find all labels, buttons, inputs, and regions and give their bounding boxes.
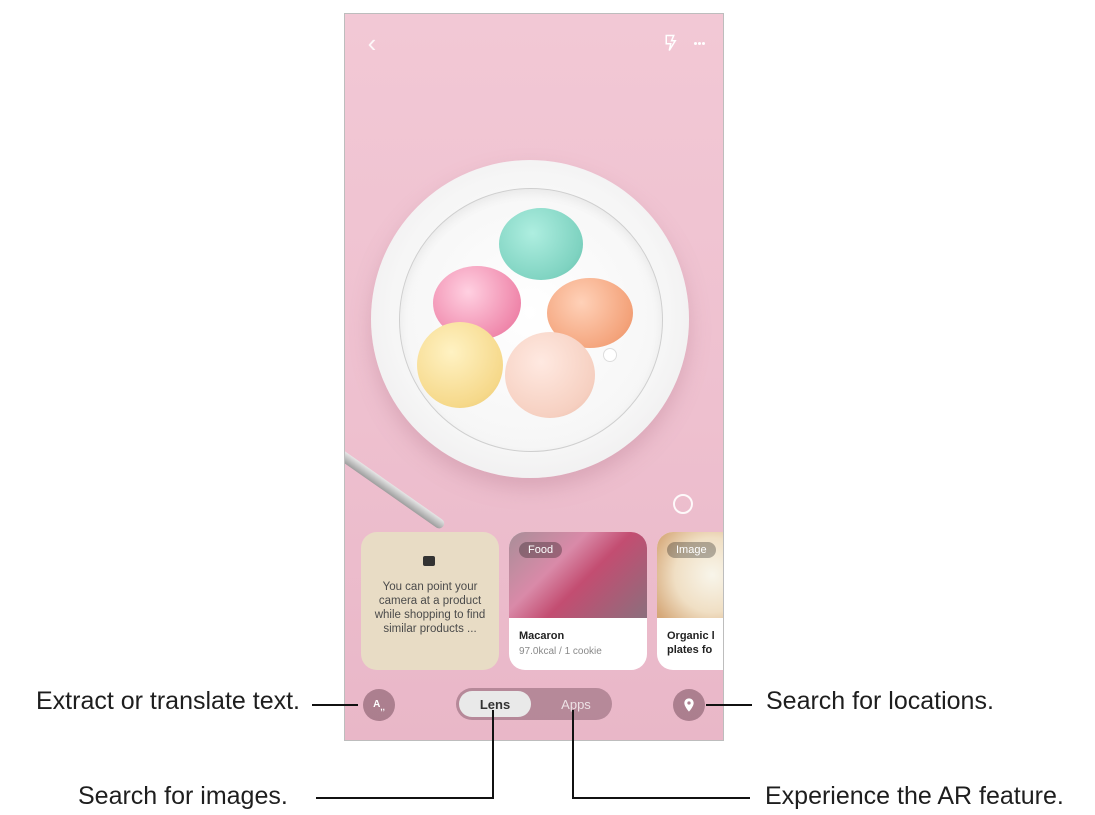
image-title-line2: plates fo xyxy=(667,644,713,656)
more-options-icon[interactable] xyxy=(693,32,705,54)
plate-image xyxy=(371,160,689,478)
food-card[interactable]: Food Macaron 97.0kcal / 1 cookie xyxy=(509,532,647,670)
callout-ar-feature: Experience the AR feature. xyxy=(765,782,1064,810)
callout-extract-text: Extract or translate text. xyxy=(36,687,300,715)
food-tag: Food xyxy=(519,542,563,558)
bottom-controls: A,, Lens Apps xyxy=(345,680,723,740)
phone-screen: ‹ You can point your camera at a product… xyxy=(344,13,724,741)
image-card[interactable]: Image Organic l plates fo xyxy=(657,532,723,670)
lens-tab[interactable]: Lens xyxy=(459,691,531,717)
image-tag: Image xyxy=(667,542,716,558)
callout-line-locations xyxy=(706,704,752,706)
callout-line-images-vertical xyxy=(492,710,494,799)
macaron-cream xyxy=(505,332,595,418)
mode-switch[interactable]: Lens Apps xyxy=(456,688,612,720)
macaron-yellow xyxy=(417,322,503,408)
result-cards: You can point your camera at a product w… xyxy=(361,532,723,670)
top-bar: ‹ xyxy=(345,14,723,74)
translate-text-icon: A,, xyxy=(373,698,385,712)
location-button[interactable] xyxy=(673,689,705,721)
food-title: Macaron xyxy=(519,630,565,642)
callout-search-images: Search for images. xyxy=(78,782,288,810)
callout-search-locations: Search for locations. xyxy=(766,687,994,715)
apps-tab[interactable]: Apps xyxy=(546,691,606,717)
food-subtitle: 97.0kcal / 1 cookie xyxy=(519,646,602,657)
callout-line-ar-horizontal xyxy=(572,797,750,799)
tip-text: You can point your camera at a product w… xyxy=(374,581,486,635)
callout-line-ar-vertical xyxy=(572,710,574,799)
callout-line-extract xyxy=(312,704,358,706)
utensil-image xyxy=(345,447,447,531)
flash-icon[interactable] xyxy=(659,32,681,54)
scan-target-icon[interactable] xyxy=(673,494,693,514)
image-title: Organic l xyxy=(667,630,715,642)
location-pin-icon xyxy=(684,698,694,712)
macaron-mint xyxy=(499,208,583,280)
tip-card[interactable]: You can point your camera at a product w… xyxy=(361,532,499,670)
scan-dot xyxy=(603,348,617,362)
image-icon xyxy=(423,556,435,566)
callout-line-images-horizontal xyxy=(316,797,494,799)
back-icon[interactable]: ‹ xyxy=(357,28,387,58)
translate-text-button[interactable]: A,, xyxy=(363,689,395,721)
